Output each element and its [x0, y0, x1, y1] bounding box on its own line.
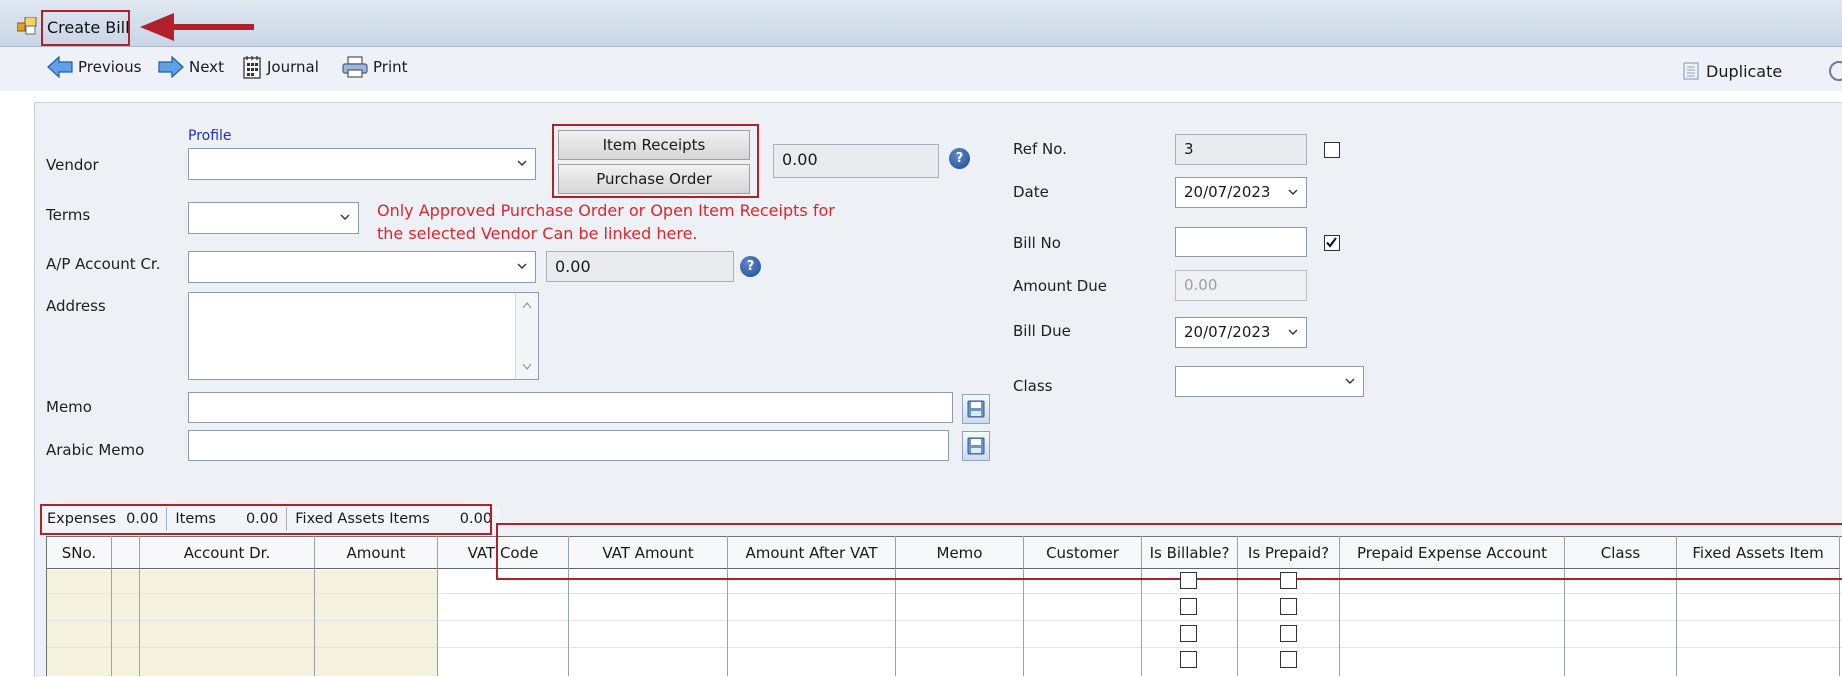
vendor-balance-field: 0.00 [773, 144, 939, 178]
address-label: Address [46, 297, 106, 315]
printer-icon [342, 56, 368, 78]
terms-label: Terms [46, 206, 91, 224]
app-window-icon [17, 17, 37, 35]
globe-icon[interactable] [1828, 60, 1842, 82]
save-disk-icon [967, 437, 985, 455]
address-textarea[interactable] [188, 292, 539, 380]
bill-due-picker[interactable]: 20/07/2023 [1175, 317, 1307, 348]
grid-header-account-dr[interactable]: Account Dr. [140, 538, 315, 569]
memo-input[interactable] [188, 392, 953, 423]
is-billable-checkbox[interactable] [1180, 625, 1197, 642]
previous-button[interactable]: Previous [47, 53, 141, 81]
totals-highlight [40, 504, 492, 535]
date-picker[interactable]: 20/07/2023 [1175, 177, 1307, 208]
grid-header-sno[interactable]: SNo. [46, 538, 112, 569]
arabic-memo-save-button[interactable] [962, 431, 990, 461]
item-receipts-button[interactable]: Item Receipts [558, 130, 750, 160]
new-columns-highlight [496, 523, 1842, 580]
is-prepaid-checkbox[interactable] [1280, 651, 1297, 668]
bill-due-label: Bill Due [1013, 322, 1071, 340]
bill-no-label: Bill No [1013, 234, 1061, 252]
arrow-right-icon [158, 56, 184, 78]
journal-button[interactable]: Journal [242, 53, 319, 81]
duplicate-icon [1683, 62, 1699, 80]
date-label: Date [1013, 183, 1049, 201]
vendor-label: Vendor [46, 156, 99, 174]
is-prepaid-checkbox[interactable] [1280, 625, 1297, 642]
bill-no-input[interactable] [1175, 227, 1307, 257]
window-title: Create Bill [47, 18, 130, 37]
scroll-down-icon[interactable] [522, 363, 532, 371]
print-button[interactable]: Print [342, 53, 408, 81]
class-label: Class [1013, 377, 1053, 395]
annotation-arrow [140, 13, 254, 41]
chevron-down-icon [517, 160, 527, 166]
journal-label: Journal [267, 58, 319, 76]
vendor-dropdown[interactable] [188, 148, 536, 180]
is-billable-checkbox[interactable] [1180, 598, 1197, 615]
help-icon[interactable]: ? [949, 148, 970, 169]
bill-due-value: 20/07/2023 [1184, 323, 1271, 341]
address-scrollbar[interactable] [515, 293, 538, 379]
save-disk-icon [967, 400, 985, 418]
memo-save-button[interactable] [962, 394, 990, 424]
duplicate-button[interactable]: Duplicate [1681, 57, 1782, 85]
chevron-down-icon [1288, 189, 1298, 195]
print-label: Print [373, 58, 408, 76]
duplicate-label: Duplicate [1706, 61, 1783, 81]
journal-icon [243, 56, 261, 79]
chevron-down-icon [1345, 378, 1355, 384]
arabic-memo-input[interactable] [188, 430, 949, 461]
amount-due-field: 0.00 [1175, 270, 1307, 301]
checkmark-icon [1326, 237, 1337, 248]
chevron-down-icon [340, 214, 350, 220]
is-prepaid-checkbox[interactable] [1280, 572, 1297, 589]
amount-due-label: Amount Due [1013, 277, 1107, 295]
purchase-order-button[interactable]: Purchase Order [558, 164, 750, 194]
terms-dropdown[interactable] [188, 202, 359, 234]
help-icon[interactable]: ? [740, 256, 761, 277]
class-dropdown[interactable] [1175, 366, 1364, 397]
arrow-left-icon [47, 56, 73, 78]
ref-no-label: Ref No. [1013, 140, 1067, 158]
next-label: Next [189, 58, 224, 76]
profile-link[interactable]: Profile [188, 128, 232, 144]
arabic-memo-label: Arabic Memo [46, 441, 145, 459]
bill-no-checkbox[interactable] [1324, 235, 1340, 251]
is-billable-checkbox[interactable] [1180, 651, 1197, 668]
is-billable-checkbox[interactable] [1180, 572, 1197, 589]
scroll-up-icon[interactable] [522, 301, 532, 309]
ap-balance-field: 0.00 [546, 251, 734, 282]
chevron-down-icon [1288, 329, 1298, 335]
ref-no-checkbox[interactable] [1324, 142, 1340, 158]
ap-account-label: A/P Account Cr. [46, 255, 161, 273]
grid-header-blank[interactable] [112, 538, 140, 569]
chevron-down-icon [517, 263, 527, 269]
title-bar [0, 0, 1842, 47]
link-note-line-2: the selected Vendor Can be linked here. [377, 224, 698, 243]
grid-header-amount[interactable]: Amount [315, 538, 438, 569]
memo-label: Memo [46, 398, 92, 416]
next-button[interactable]: Next [158, 53, 224, 81]
link-note-line-1: Only Approved Purchase Order or Open Ite… [377, 201, 835, 220]
ap-account-dropdown[interactable] [188, 251, 536, 283]
ref-no-field: 3 [1175, 134, 1307, 165]
is-prepaid-checkbox[interactable] [1280, 598, 1297, 615]
previous-label: Previous [78, 58, 142, 76]
date-value: 20/07/2023 [1184, 183, 1271, 201]
